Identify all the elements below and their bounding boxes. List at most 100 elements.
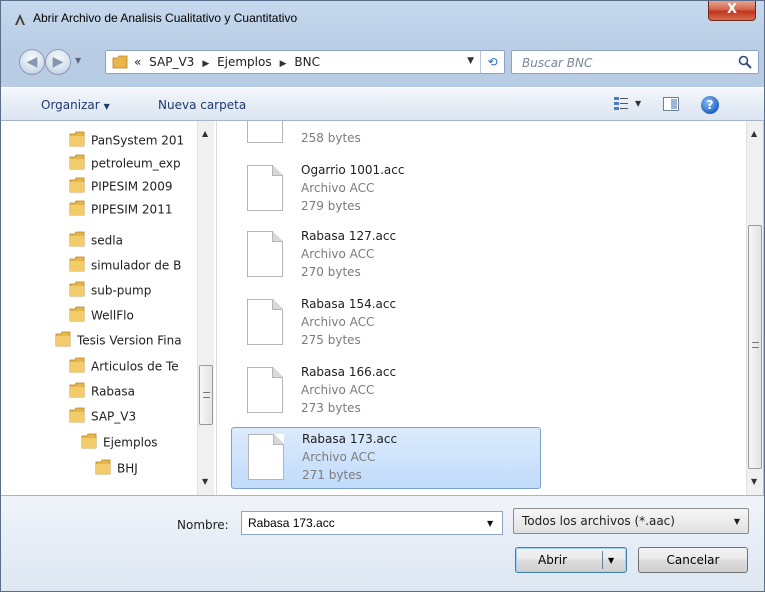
tree-item-pipesim-2009[interactable]: PIPESIM 2009: [69, 177, 172, 199]
file-size: 275 bytes: [301, 333, 361, 347]
forward-button[interactable]: ▶: [45, 49, 71, 75]
help-icon[interactable]: ?: [701, 96, 719, 114]
file-type-filter-value: Todos los archivos (*.aac): [522, 514, 675, 528]
tree-item-tesis-version[interactable]: Tesis Version Fina: [55, 331, 182, 353]
folder-icon: [69, 256, 85, 275]
folder-icon: [81, 433, 97, 452]
tree-label: sub-pump: [91, 283, 152, 298]
search-icon[interactable]: [738, 55, 752, 72]
cancel-button[interactable]: Cancelar: [638, 547, 748, 573]
scroll-up-icon[interactable]: ▲: [751, 129, 757, 138]
file-item[interactable]: Rabasa 154.acc Archivo ACC 275 bytes: [231, 293, 541, 355]
scroll-down-icon[interactable]: ▼: [751, 477, 757, 486]
tree-label: simulador de B: [91, 258, 182, 273]
file-type: Archivo ACC: [301, 383, 375, 397]
folder-icon: [69, 407, 85, 426]
title-bar[interactable]: Abrir Archivo de Analisis Cualitativo y …: [1, 1, 764, 35]
organize-menu-button[interactable]: Organizar ▼: [41, 98, 110, 112]
folder-icon: [69, 357, 85, 376]
tree-item-articulos[interactable]: Articulos de Te: [69, 357, 179, 379]
tree-label: Ejemplos: [103, 435, 158, 450]
navigation-bar: ◀ ▶ ▼ « SAP_V3 ▶ Ejemplos ▶ BNC ▼ ⟲ Buscar…: [9, 47, 759, 77]
file-size: 271 bytes: [302, 468, 362, 482]
folder-icon: [69, 281, 85, 300]
folder-icon: [69, 200, 85, 219]
file-item[interactable]: Rabasa 127.acc Archivo ACC 270 bytes: [231, 225, 541, 287]
file-item[interactable]: Ogarrio 1001.acc Archivo ACC 279 bytes: [231, 159, 541, 221]
document-icon: [247, 231, 283, 277]
navigation-pane: PanSystem 201 petroleum_exp PIPESIM 2009…: [1, 121, 217, 495]
dialog-footer: Nombre: Rabasa 173.acc ▼ Todos los archi…: [1, 495, 764, 591]
change-view-icon[interactable]: [613, 95, 629, 114]
grip-icon: [203, 392, 210, 398]
open-button[interactable]: Abrir ▼: [515, 547, 627, 573]
file-list-scrollbar[interactable]: ▲ ▼: [746, 121, 763, 495]
search-placeholder: Buscar BNC: [522, 56, 593, 70]
breadcrumb-overflow[interactable]: «: [134, 55, 141, 69]
address-bar[interactable]: « SAP_V3 ▶ Ejemplos ▶ BNC ▼ ⟲: [105, 50, 505, 74]
folder-icon: [69, 177, 85, 196]
file-name: Ogarrio 1001.acc: [301, 163, 405, 177]
view-options-dropdown[interactable]: ▼: [635, 99, 641, 108]
breadcrumb-sap-v3[interactable]: SAP_V3: [149, 55, 194, 69]
tree-label: BHJ: [117, 461, 138, 476]
search-input[interactable]: Buscar BNC: [511, 50, 759, 74]
tree-item-rabasa[interactable]: Rabasa: [69, 382, 135, 404]
recent-locations-dropdown[interactable]: ▼: [75, 56, 81, 65]
grip-icon: [752, 342, 759, 348]
document-icon: [248, 434, 284, 480]
file-size: 258 bytes: [301, 131, 361, 145]
tree-label: SAP_V3: [91, 409, 137, 424]
organize-label: Organizar: [41, 98, 100, 112]
tree-item-sub-pump[interactable]: sub-pump: [69, 281, 151, 303]
file-type: Archivo ACC: [301, 181, 375, 195]
breadcrumb-bnc[interactable]: BNC: [294, 55, 320, 69]
file-size: 273 bytes: [301, 401, 361, 415]
filename-dropdown-icon[interactable]: ▼: [487, 519, 493, 528]
chevron-down-icon: ▼: [103, 102, 110, 111]
chevron-right-icon[interactable]: ▶: [280, 59, 287, 69]
new-folder-button[interactable]: Nueva carpeta: [158, 98, 246, 112]
document-icon: [247, 367, 283, 413]
scroll-down-icon[interactable]: ▼: [202, 477, 208, 486]
tree-item-wellflo[interactable]: WellFlo: [69, 306, 134, 328]
scrollbar-thumb[interactable]: [748, 225, 762, 469]
scroll-up-icon[interactable]: ▲: [202, 129, 208, 138]
file-size: 270 bytes: [301, 265, 361, 279]
refresh-icon[interactable]: ⟲: [480, 51, 504, 73]
folder-icon: [69, 382, 85, 401]
address-dropdown-icon[interactable]: ▼: [467, 56, 474, 66]
close-button[interactable]: X: [708, 1, 756, 21]
file-item[interactable]: Rabasa 166.acc Archivo ACC 273 bytes: [231, 361, 541, 423]
back-button[interactable]: ◀: [19, 49, 45, 75]
chevron-right-icon[interactable]: ▶: [202, 59, 209, 69]
tree-item-pipesim-2011[interactable]: PIPESIM 2011: [69, 200, 172, 222]
file-type: Archivo ACC: [301, 247, 375, 261]
tree-item-simulador[interactable]: simulador de B: [69, 256, 181, 278]
scrollbar-thumb[interactable]: [199, 365, 213, 425]
command-toolbar: Organizar ▼ Nueva carpeta ▼ ?: [1, 87, 764, 121]
tree-item-bhj[interactable]: BHJ: [95, 459, 138, 481]
folder-icon: [55, 331, 71, 350]
tree-item-petroleum-exp[interactable]: petroleum_exp: [69, 154, 181, 176]
tree-item-sap-v3[interactable]: SAP_V3: [69, 407, 136, 429]
file-item-selected[interactable]: Rabasa 173.acc Archivo ACC 271 bytes: [231, 427, 541, 489]
file-size: 279 bytes: [301, 199, 361, 213]
file-type-filter[interactable]: Todos los archivos (*.aac) ▼: [513, 508, 749, 534]
tree-label: PIPESIM 2009: [91, 179, 173, 194]
file-name: Rabasa 127.acc: [301, 229, 397, 243]
tree-label: PIPESIM 2011: [91, 202, 173, 217]
breadcrumb-ejemplos[interactable]: Ejemplos: [217, 55, 272, 69]
file-name: Rabasa 154.acc: [301, 297, 397, 311]
preview-pane-icon[interactable]: [663, 97, 679, 111]
breadcrumb: « SAP_V3 ▶ Ejemplos ▶ BNC: [134, 55, 324, 69]
tree-item-sedla[interactable]: sedla: [69, 231, 123, 253]
document-icon: [247, 299, 283, 345]
file-item[interactable]: 258 bytes: [231, 121, 541, 153]
document-icon: [247, 165, 283, 211]
tree-item-pansystem[interactable]: PanSystem 201: [69, 131, 184, 153]
filename-input[interactable]: Rabasa 173.acc: [241, 511, 503, 535]
open-options-dropdown[interactable]: ▼: [608, 549, 614, 573]
tree-item-ejemplos[interactable]: Ejemplos: [81, 433, 158, 455]
navigation-pane-scrollbar[interactable]: ▲ ▼: [197, 121, 214, 495]
